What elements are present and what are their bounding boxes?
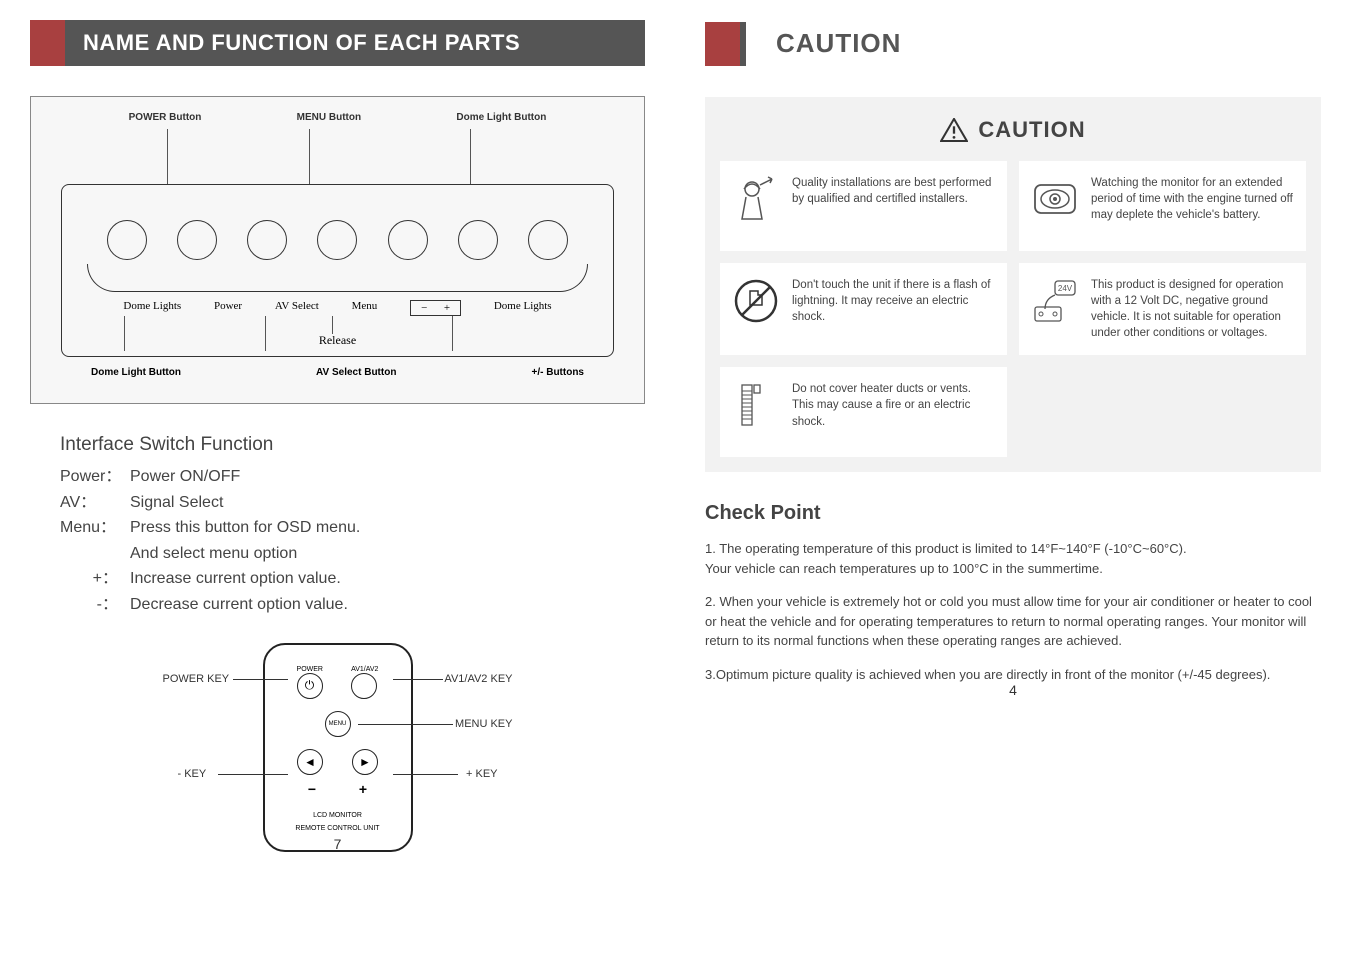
remote-label-av: AV1/AV2 KEY: [444, 673, 512, 685]
remote-pm-minus: −: [308, 781, 316, 797]
remote-label-plus: + KEY: [466, 768, 498, 780]
heater-icon: [732, 381, 780, 429]
remote-btn-menu: MENU: [325, 711, 351, 737]
btn-label-power: Power: [214, 300, 242, 316]
caution-card-heater: Do not cover heater ducts or vents. This…: [720, 367, 1007, 457]
caution-text-watch: Watching the monitor for an extended per…: [1091, 175, 1294, 223]
page-number-right: 4: [675, 682, 1351, 698]
remote-tiny-av: AV1/AV2: [351, 666, 378, 673]
header-bar-right: CAUTION: [705, 20, 1321, 67]
sw-av-k: AV：: [60, 490, 130, 516]
remote-btn-av: [351, 673, 377, 699]
remote-label-menu: MENU KEY: [455, 718, 512, 730]
sw-plus-v: Increase current option value.: [130, 566, 341, 592]
caution-text-volt: This product is designed for operation w…: [1091, 277, 1294, 341]
sw-menu-v1: Press this button for OSD menu.: [130, 515, 360, 541]
remote-body: POWER ⏻ AV1/AV2 MENU ◄ ► −: [263, 643, 413, 852]
remote-tiny-power: POWER: [297, 666, 323, 673]
caution-text-install: Quality installations are best performed…: [792, 175, 995, 207]
btn-power: [177, 220, 217, 260]
voltage-icon: 24V: [1031, 277, 1079, 325]
btn-menu: [317, 220, 357, 260]
header-bar-left: NAME AND FUNCTION OF EACH PARTS: [30, 20, 645, 66]
sw-minus-k: -：: [60, 592, 130, 618]
header-accent-r: [705, 22, 740, 66]
device-body: Dome Lights Power AV Select Menu − + Dom…: [61, 184, 614, 357]
btn-label-pm: − +: [410, 300, 461, 316]
sw-menu-k: Menu：: [60, 515, 130, 541]
remote-diagram: POWER KEY AV1/AV2 KEY MENU KEY - KEY + K…: [30, 643, 645, 852]
caution-card-install: Quality installations are best performed…: [720, 161, 1007, 251]
sw-plus-k: +：: [60, 566, 130, 592]
btn-av-select: [247, 220, 287, 260]
caution-text-heater: Do not cover heater ducts or vents. This…: [792, 381, 995, 429]
check-title: Check Point: [705, 502, 1321, 525]
svg-text:24V: 24V: [1058, 284, 1073, 293]
remote-label-minus: - KEY: [178, 768, 207, 780]
remote-btn-power: ⏻: [297, 673, 323, 699]
label-power-btn: POWER Button: [129, 112, 202, 123]
warning-icon: [940, 118, 968, 142]
label-av-bottom: AV Select Button: [181, 367, 532, 378]
remote-bottom-1: LCD MONITOR: [265, 809, 411, 822]
header-title-left: NAME AND FUNCTION OF EACH PARTS: [65, 20, 645, 66]
btn-label-dome-l: Dome Lights: [123, 300, 181, 316]
caution-title: CAUTION: [978, 117, 1085, 143]
btn-dome-right: [528, 220, 568, 260]
header-accent: [30, 20, 65, 66]
label-dome-bottom: Dome Light Button: [91, 367, 181, 378]
remote-btn-plus: ►: [352, 749, 378, 775]
label-pm-bottom: +/- Buttons: [532, 367, 585, 378]
btn-plus: [458, 220, 498, 260]
check-p1b: Your vehicle can reach temperatures up t…: [705, 561, 1103, 576]
header-title-right: CAUTION: [746, 20, 931, 67]
sw-minus-v: Decrease current option value.: [130, 592, 348, 618]
switch-title: Interface Switch Function: [60, 434, 615, 456]
device-shape: [87, 264, 588, 292]
remote-label-power: POWER KEY: [163, 673, 230, 685]
device-diagram: POWER Button MENU Button Dome Light Butt…: [30, 96, 645, 404]
no-touch-icon: [732, 277, 780, 325]
btn-label-dome-r: Dome Lights: [494, 300, 552, 316]
check-p1: 1. The operating temperature of this pro…: [705, 541, 1187, 556]
check-point-section: Check Point 1. The operating temperature…: [705, 502, 1321, 684]
caution-card-touch: Don't touch the unit if there is a flash…: [720, 263, 1007, 355]
installer-icon: [732, 175, 780, 223]
sw-power-k: Power：: [60, 464, 130, 490]
btn-dome-left: [107, 220, 147, 260]
page-left: NAME AND FUNCTION OF EACH PARTS POWER Bu…: [0, 0, 675, 872]
page-right: CAUTION CAUTION Quality installations ar…: [675, 0, 1351, 718]
caution-card-watch: Watching the monitor for an extended per…: [1019, 161, 1306, 251]
sw-menu-v2: And select menu option: [130, 541, 297, 567]
remote-pm-plus: +: [359, 781, 367, 797]
page-number-left: 7: [0, 836, 675, 852]
caution-card-volt: 24V This product is designed for operati…: [1019, 263, 1306, 355]
caution-text-touch: Don't touch the unit if there is a flash…: [792, 277, 995, 325]
remote-bottom-2: REMOTE CONTROL UNIT: [265, 822, 411, 835]
eye-icon: [1031, 175, 1079, 223]
label-dome-btn: Dome Light Button: [456, 112, 546, 123]
btn-minus: [388, 220, 428, 260]
caution-panel: CAUTION Quality installations are best p…: [705, 97, 1321, 472]
remote-btn-minus: ◄: [297, 749, 323, 775]
check-p2: 2. When your vehicle is extremely hot or…: [705, 592, 1321, 651]
sw-av-v: Signal Select: [130, 490, 223, 516]
btn-label-menu: Menu: [352, 300, 378, 316]
label-menu-btn: MENU Button: [297, 112, 361, 123]
switch-function-section: Interface Switch Function Power：Power ON…: [30, 434, 645, 618]
btn-label-av: AV Select: [275, 300, 319, 316]
sw-power-v: Power ON/OFF: [130, 464, 240, 490]
